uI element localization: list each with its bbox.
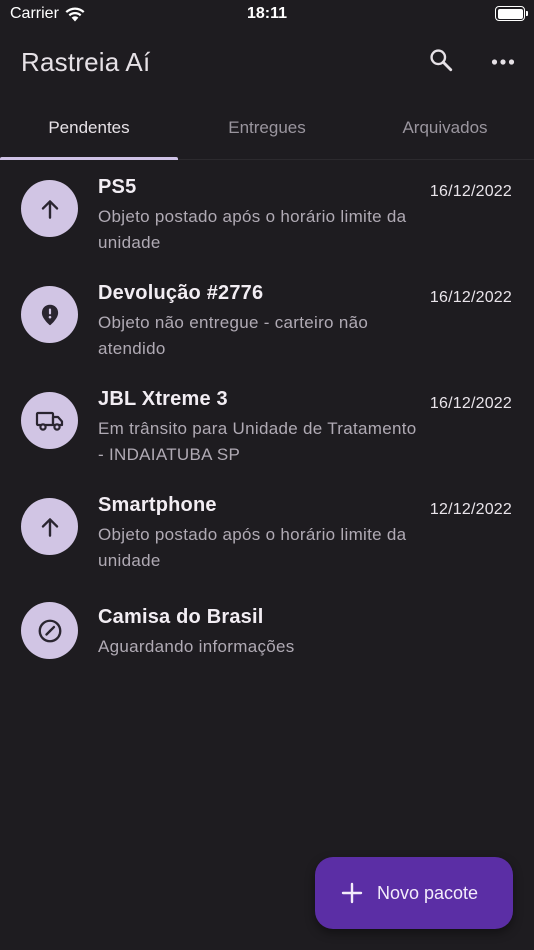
plus-icon [341, 882, 363, 904]
new-package-label: Novo pacote [377, 882, 479, 903]
tab-entregues[interactable]: Entregues [178, 104, 356, 159]
arrow-up-icon [21, 180, 78, 237]
package-title: Smartphone [98, 494, 217, 516]
package-date: 16/12/2022 [429, 289, 512, 306]
search-icon [428, 47, 454, 78]
search-button[interactable] [421, 42, 461, 82]
tab-pendentes[interactable]: Pendentes [0, 104, 178, 160]
tab-label: Arquivados [402, 118, 488, 137]
package-list: PS5 Objeto postado após o horário limite… [0, 164, 534, 684]
tab-bar: Pendentes Entregues Arquivados [0, 104, 534, 160]
tab-indicator [0, 157, 178, 160]
package-status: Objeto postado após o horário limite da … [98, 207, 407, 252]
package-item[interactable]: JBL Xtreme 3 Em trânsito para Unidade de… [0, 376, 534, 482]
alert-pin-icon [21, 286, 78, 343]
new-package-button[interactable]: Novo pacote [315, 857, 513, 929]
tab-label: Entregues [228, 118, 306, 137]
package-date: 16/12/2022 [429, 395, 512, 412]
package-item[interactable]: Devolução #2776 Objeto não entregue - ca… [0, 270, 534, 376]
package-status: Aguardando informações [98, 637, 295, 656]
package-title: JBL Xtreme 3 [98, 388, 228, 410]
package-item[interactable]: PS5 Objeto postado após o horário limite… [0, 164, 534, 270]
package-status: Objeto não entregue - carteiro não atend… [98, 313, 369, 358]
package-title: Devolução #2776 [98, 282, 264, 304]
tab-arquivados[interactable]: Arquivados [356, 104, 534, 159]
more-options-button[interactable] [483, 42, 523, 82]
package-status: Objeto postado após o horário limite da … [98, 525, 407, 570]
status-bar: Carrier 18:11 [0, 0, 534, 30]
tab-label: Pendentes [48, 118, 130, 137]
app-bar: Rastreia Aí [0, 34, 534, 92]
status-time: 18:11 [246, 5, 288, 22]
package-title: PS5 [98, 176, 137, 198]
pending-clock-icon [21, 602, 78, 659]
package-title: Camisa do Brasil [98, 606, 264, 628]
more-horiz-icon [491, 53, 515, 71]
package-date: 12/12/2022 [429, 501, 512, 518]
package-item[interactable]: Camisa do Brasil Aguardando informações [0, 588, 534, 684]
truck-icon [21, 392, 78, 449]
app-title: Rastreia Aí [21, 47, 151, 77]
package-status: Em trânsito para Unidade de Tratamento -… [98, 419, 417, 464]
arrow-up-icon [21, 498, 78, 555]
package-item[interactable]: Smartphone Objeto postado após o horário… [0, 482, 534, 588]
battery-icon [495, 6, 528, 21]
package-date: 16/12/2022 [429, 183, 512, 200]
